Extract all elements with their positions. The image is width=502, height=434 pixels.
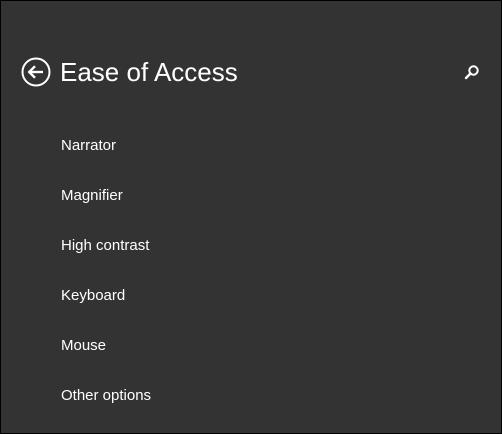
menu-item-narrator[interactable]: Narrator <box>61 135 151 185</box>
menu-item-keyboard[interactable]: Keyboard <box>61 285 151 335</box>
menu-item-mouse[interactable]: Mouse <box>61 335 151 385</box>
search-button[interactable] <box>463 63 481 81</box>
menu-item-other-options[interactable]: Other options <box>61 385 151 434</box>
ease-of-access-panel: Ease of Access Narrator Magnifier High c… <box>0 0 502 434</box>
search-icon <box>464 65 479 80</box>
menu-item-high-contrast[interactable]: High contrast <box>61 235 151 285</box>
page-title: Ease of Access <box>60 57 238 87</box>
back-arrow-icon <box>21 57 51 87</box>
ease-of-access-menu: Narrator Magnifier High contrast Keyboar… <box>61 135 151 434</box>
menu-item-magnifier[interactable]: Magnifier <box>61 185 151 235</box>
back-button[interactable] <box>21 57 51 87</box>
